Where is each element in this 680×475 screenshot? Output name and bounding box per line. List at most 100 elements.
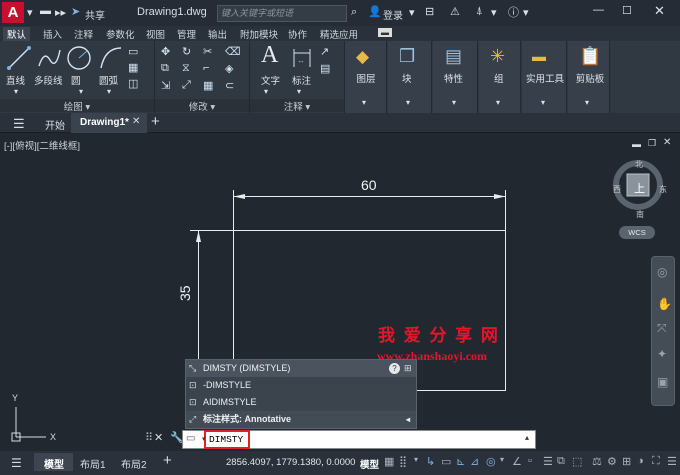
- trim-icon[interactable]: ✂: [203, 45, 212, 58]
- tab-insert[interactable]: 插入: [43, 27, 62, 41]
- chevron-down-icon[interactable]: ▾: [491, 6, 497, 19]
- chevron-down-icon[interactable]: ▾: [409, 6, 415, 19]
- hamburger-menu-icon[interactable]: ☰: [13, 116, 25, 132]
- login-label[interactable]: 登录: [383, 7, 403, 22]
- fillet-icon[interactable]: ⌐: [203, 62, 209, 74]
- tab-addins[interactable]: 附加模块: [240, 27, 278, 41]
- properties-panel[interactable]: ▤ 特性 ▾: [433, 41, 478, 113]
- orbit-icon[interactable]: ✦: [657, 347, 667, 361]
- circle-label[interactable]: 圆: [71, 73, 81, 87]
- autocomplete-item[interactable]: ⊡ -DIMSTYLE: [186, 377, 416, 394]
- steering-wheel-icon[interactable]: ◎: [657, 265, 667, 279]
- hatch-icon[interactable]: ▦: [128, 61, 138, 74]
- chevron-down-icon[interactable]: ▾: [414, 455, 418, 464]
- command-input[interactable]: DIMSTY: [209, 434, 243, 445]
- text-label[interactable]: 文字: [261, 73, 280, 87]
- help-icon[interactable]: ?: [389, 363, 400, 374]
- command-history-icon[interactable]: ▭: [186, 433, 195, 444]
- viewcube-east[interactable]: 东: [659, 184, 667, 195]
- tab-output[interactable]: 输出: [208, 27, 227, 41]
- autodesk-icon[interactable]: ⚠: [450, 5, 460, 18]
- add-layout-icon[interactable]: +: [163, 452, 172, 469]
- arc-label[interactable]: 圆弧: [99, 73, 118, 87]
- line-icon[interactable]: [6, 44, 32, 72]
- autocomplete-item[interactable]: ⤡ DIMSTY (DIMSTYLE) ? ⊞: [186, 360, 416, 377]
- isometric-icon[interactable]: ◎: [486, 455, 496, 468]
- region-icon[interactable]: ◫: [128, 77, 138, 90]
- viewcube-west[interactable]: 西: [613, 184, 621, 195]
- offset-icon[interactable]: ⊂: [225, 79, 234, 92]
- dimension-text-35[interactable]: 35: [177, 281, 193, 301]
- lineweight-icon[interactable]: ☰: [543, 455, 553, 468]
- copy-icon[interactable]: ⧉: [161, 62, 169, 75]
- osnap-tracking-icon[interactable]: ∠: [512, 455, 522, 468]
- new-tab-icon[interactable]: +: [151, 113, 160, 130]
- infer-constraints-icon[interactable]: ↳: [426, 455, 435, 468]
- tab-view[interactable]: 视图: [146, 27, 165, 41]
- layout-menu-icon[interactable]: ☰: [11, 456, 22, 470]
- tab-default[interactable]: 默认: [3, 27, 31, 41]
- tab-collaborate[interactable]: 协作: [288, 27, 307, 41]
- wcs-menu[interactable]: WCS: [619, 226, 655, 239]
- menu-arrow-icon[interactable]: ▾: [27, 6, 33, 19]
- share-icon[interactable]: ➤: [71, 5, 80, 18]
- tab-layout1[interactable]: 布局1: [80, 456, 106, 471]
- ribbon-toggle-icon[interactable]: ▬: [378, 28, 392, 37]
- stretch-icon[interactable]: ⇲: [161, 79, 170, 92]
- draw-panel-label[interactable]: 绘图 ▾: [0, 99, 154, 113]
- rotate-icon[interactable]: ↻: [182, 45, 191, 58]
- arc-icon[interactable]: [97, 44, 125, 72]
- viewcube-south[interactable]: 南: [636, 209, 644, 220]
- block-panel[interactable]: ❒ 块 ▾: [388, 41, 432, 113]
- move-icon[interactable]: ✥: [161, 45, 170, 58]
- viewcube[interactable]: [612, 159, 668, 235]
- tab-annotate[interactable]: 注释: [74, 27, 93, 41]
- tab-featured-apps[interactable]: 精选应用: [320, 27, 358, 41]
- tab-manage[interactable]: 管理: [177, 27, 196, 41]
- text-icon[interactable]: A: [261, 42, 278, 69]
- clipboard-panel[interactable]: 📋 剪贴板 ▾: [568, 41, 610, 113]
- table-icon[interactable]: ▤: [320, 62, 330, 75]
- tab-parametric[interactable]: 参数化: [106, 27, 135, 41]
- close-tab-icon[interactable]: ✕: [132, 116, 140, 127]
- scale-icon[interactable]: ⤢: [182, 79, 191, 92]
- tab-layout2[interactable]: 布局2: [121, 456, 147, 471]
- leader-icon[interactable]: ↗: [320, 45, 329, 58]
- search-web-icon[interactable]: ⊞: [404, 360, 412, 377]
- array-icon[interactable]: ▦: [203, 79, 213, 92]
- osnap-icon[interactable]: ▫: [528, 455, 532, 467]
- rectangle-icon[interactable]: ▭: [128, 45, 138, 58]
- share-label[interactable]: 共享: [85, 7, 105, 22]
- selection-cycling-icon[interactable]: ⬚: [572, 455, 582, 468]
- viewcube-north[interactable]: 北: [635, 159, 643, 170]
- explode-icon[interactable]: ◈: [225, 62, 233, 75]
- dimension-label[interactable]: 标注: [292, 73, 311, 87]
- pan-icon[interactable]: ✋: [657, 297, 672, 311]
- isolate-icon[interactable]: ◑: [637, 455, 644, 467]
- groups-panel[interactable]: ✳ 组 ▾: [479, 41, 521, 113]
- chevron-down-icon[interactable]: ▾: [14, 87, 18, 96]
- annotation-panel-label[interactable]: 注释 ▾: [250, 99, 344, 113]
- coordinates-readout[interactable]: 2856.4097, 1779.1380, 0.0000: [226, 457, 355, 468]
- minimize-icon[interactable]: —: [593, 4, 604, 16]
- chevron-down-icon[interactable]: ▾: [107, 87, 111, 96]
- user-icon[interactable]: 👤: [368, 5, 382, 18]
- chevron-down-icon[interactable]: ▾: [500, 455, 504, 464]
- autocomplete-item[interactable]: ⊡ AIDIMSTYLE: [186, 394, 416, 411]
- maximize-icon[interactable]: ☐: [622, 4, 632, 17]
- chevron-down-icon[interactable]: ▾: [297, 87, 301, 96]
- layers-panel[interactable]: ◆ 图层 ▾: [345, 41, 387, 113]
- dimension-icon[interactable]: ↔: [291, 45, 313, 71]
- polyline-label[interactable]: 多段线: [34, 73, 63, 87]
- polar-icon[interactable]: ⊿: [470, 455, 479, 468]
- line-label[interactable]: 直线: [6, 73, 25, 87]
- autocomplete-item[interactable]: ⤢ 标注样式: Annotative ◂: [186, 411, 416, 428]
- chevron-down-icon[interactable]: ▾: [523, 6, 529, 19]
- customize-status-icon[interactable]: ☰: [667, 455, 677, 468]
- chevron-down-icon[interactable]: ▾: [79, 87, 83, 96]
- modify-panel-label[interactable]: 修改 ▾: [155, 99, 249, 113]
- command-recent-icon[interactable]: ▴: [525, 433, 529, 442]
- command-line[interactable]: ▭ ▾ DIMSTY ▴: [182, 430, 536, 449]
- zoom-extents-icon[interactable]: ⤧: [657, 321, 667, 336]
- forward-icon[interactable]: ▸▸: [55, 6, 66, 19]
